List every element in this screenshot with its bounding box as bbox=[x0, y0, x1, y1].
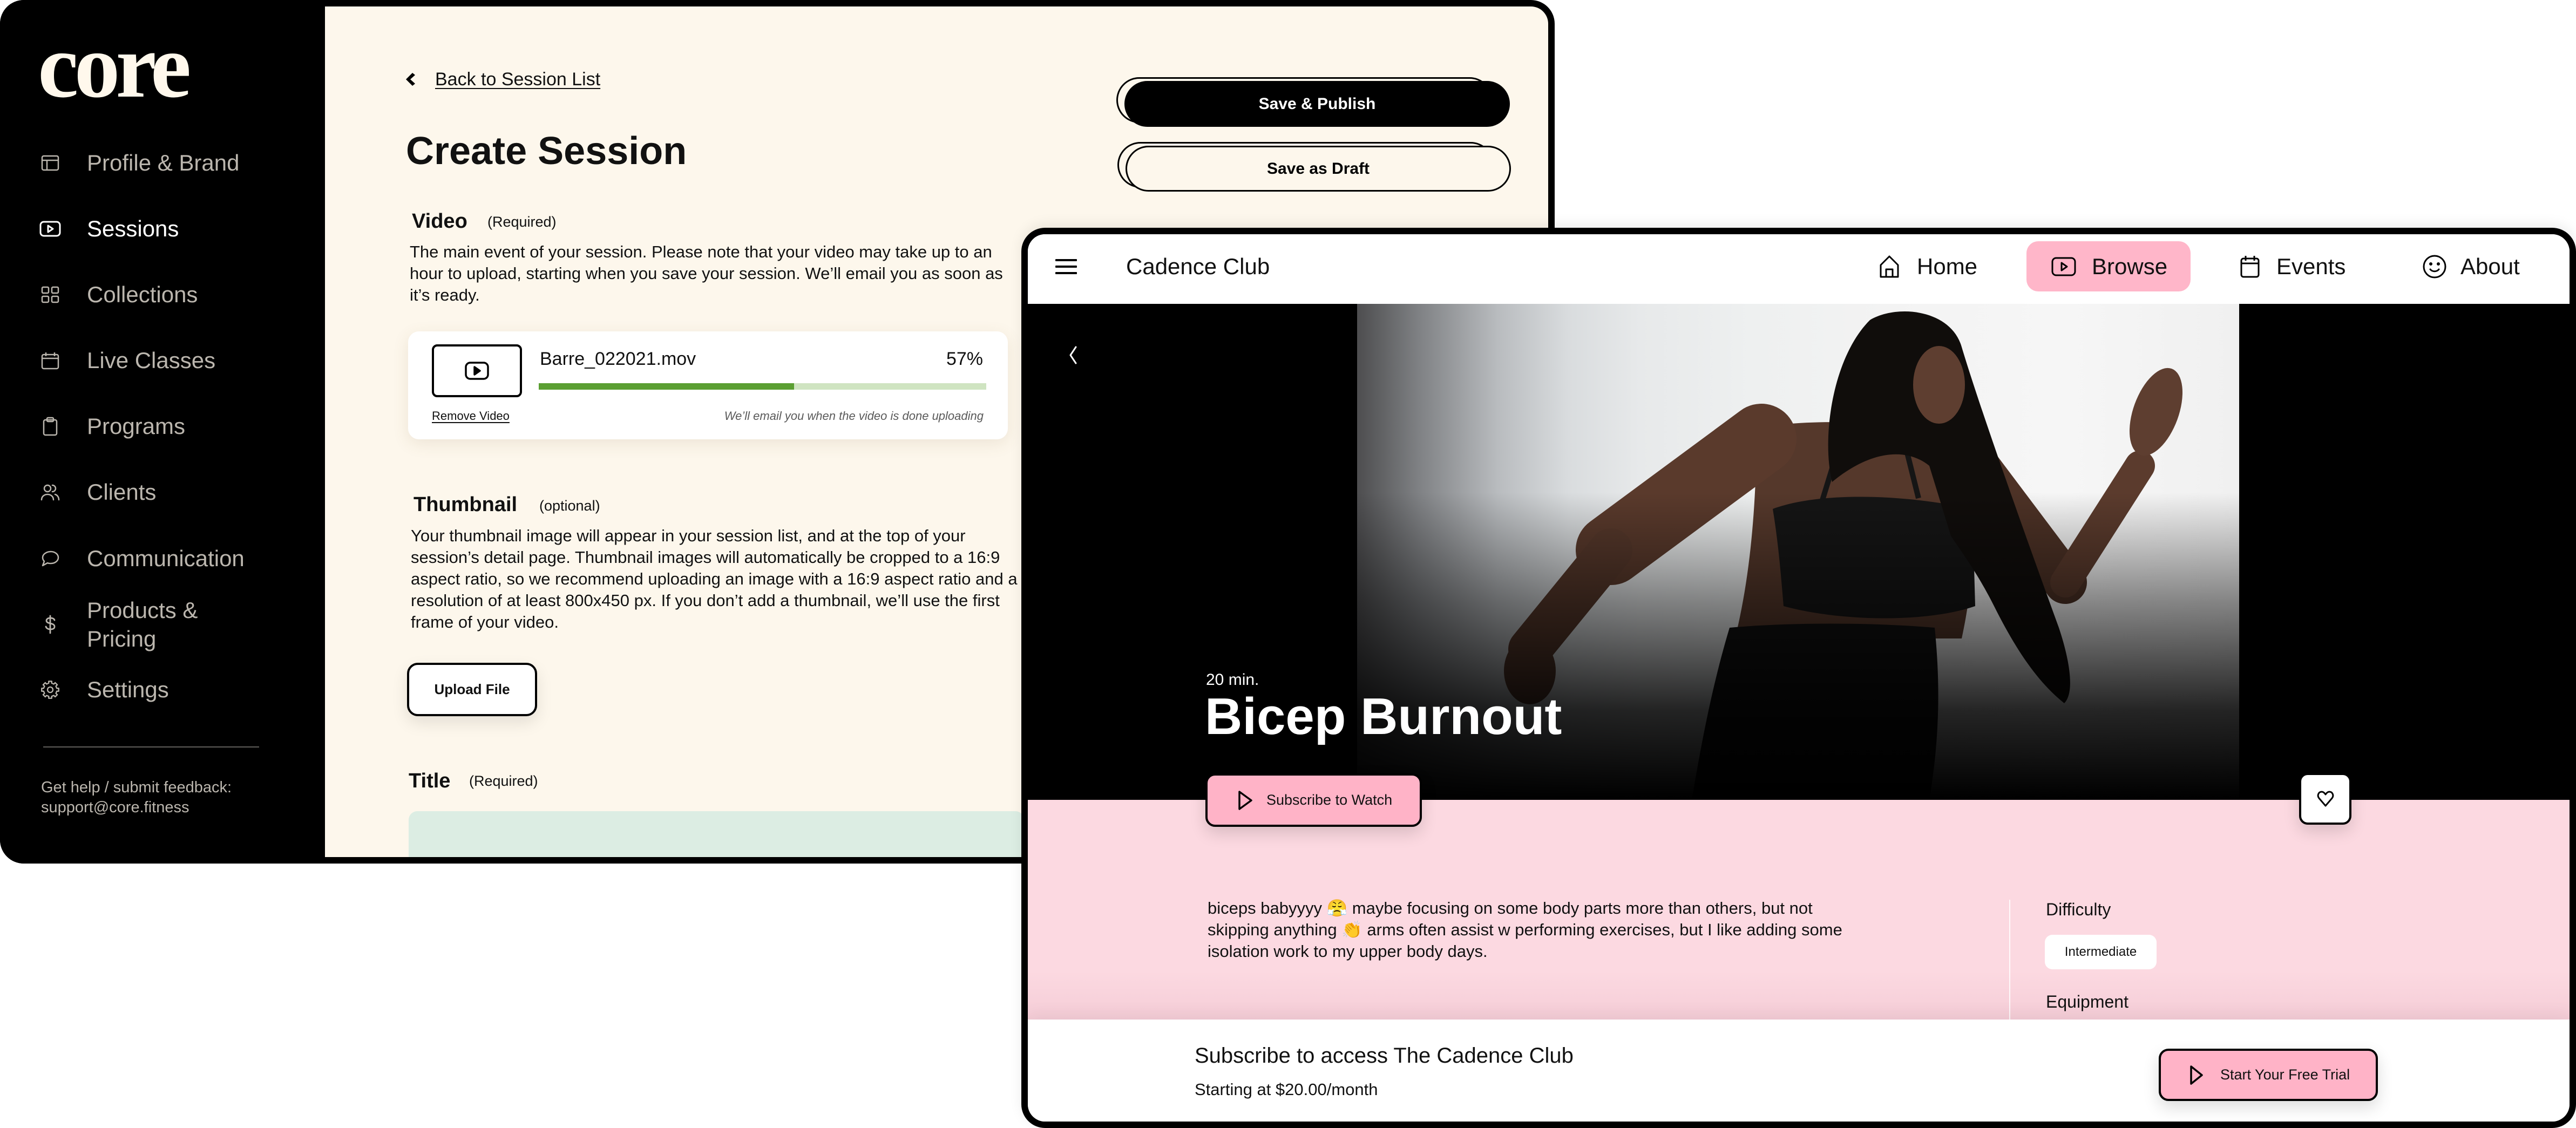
video-section-label: Video bbox=[412, 210, 467, 233]
sidebar-item-clients[interactable]: Clients bbox=[39, 478, 156, 506]
sidebar-item-label: Settings bbox=[87, 677, 169, 702]
sidebar-item-products-pricing[interactable]: Products & Pricing bbox=[39, 596, 254, 653]
dollar-icon bbox=[39, 614, 61, 635]
nav-about[interactable]: About bbox=[2422, 241, 2520, 291]
upload-progress-percent: 57% bbox=[946, 349, 983, 369]
sidebar-item-label: Clients bbox=[87, 479, 157, 505]
gear-icon bbox=[39, 679, 61, 701]
upload-email-note: We’ll email you when the video is done u… bbox=[724, 409, 984, 423]
thumbnail-section-label: Thumbnail bbox=[413, 493, 518, 516]
sidebar-item-label: Programs bbox=[87, 413, 186, 439]
site-header: Cadence Club Home Browse Events About bbox=[1028, 234, 2570, 304]
sidebar-item-programs[interactable]: Programs bbox=[39, 412, 185, 440]
favorite-button[interactable] bbox=[2299, 773, 2351, 825]
sidebar-item-label: Profile & Brand bbox=[87, 150, 240, 175]
upload-progress-fill bbox=[539, 383, 794, 390]
heart-icon bbox=[2317, 790, 2334, 807]
subscribe-bar: Subscribe to access The Cadence Club Sta… bbox=[1028, 1020, 2570, 1122]
start-free-trial-button[interactable]: Start Your Free Trial bbox=[2159, 1049, 2378, 1101]
calendar-icon bbox=[2239, 254, 2261, 279]
subscribe-to-watch-label: Subscribe to Watch bbox=[1266, 792, 1393, 808]
video-filename: Barre_022021.mov bbox=[540, 349, 696, 369]
sidebar-item-label: Products & Pricing bbox=[87, 597, 198, 651]
nav-label: Events bbox=[2276, 253, 2346, 279]
sidebar-item-profile-brand[interactable]: Profile & Brand bbox=[39, 148, 239, 177]
nav-label: Browse bbox=[2092, 253, 2168, 279]
sidebar-item-communication[interactable]: Communication bbox=[39, 544, 245, 573]
save-and-publish-label: Save & Publish bbox=[1258, 94, 1376, 113]
sidebar-item-label: Live Classes bbox=[87, 348, 216, 373]
smiley-icon bbox=[2422, 254, 2447, 279]
title-input[interactable] bbox=[409, 811, 1024, 857]
hamburger-menu-icon[interactable] bbox=[1055, 259, 1077, 274]
difficulty-badge: Intermediate bbox=[2045, 935, 2157, 969]
video-upload-card: Barre_022021.mov 57% Remove Video We’ll … bbox=[408, 331, 1008, 439]
thumbnail-description: Your thumbnail image will appear in your… bbox=[411, 526, 1018, 631]
sidebar-item-label: Collections bbox=[87, 282, 198, 307]
site-brand[interactable]: Cadence Club bbox=[1126, 253, 1270, 280]
chat-icon bbox=[39, 548, 61, 569]
video-icon bbox=[39, 218, 61, 240]
calendar-icon bbox=[39, 350, 61, 371]
thumbnail-optional-tag: (optional) bbox=[539, 498, 600, 514]
sidebar: core Profile & Brand Sessions Collection… bbox=[0, 0, 325, 864]
nav-home[interactable]: Home bbox=[1879, 241, 1977, 291]
upload-file-button[interactable]: Upload File bbox=[407, 663, 537, 716]
play-icon bbox=[2189, 1064, 2204, 1086]
back-link-label: Back to Session List bbox=[435, 69, 601, 90]
session-title: Bicep Burnout bbox=[1205, 688, 1562, 745]
video-required-tag: (Required) bbox=[487, 214, 557, 230]
session-description: biceps babyyyy 😤 maybe focusing on some … bbox=[1208, 899, 1842, 961]
support-footer: Get help / submit feedback: support@core… bbox=[41, 778, 232, 818]
title-required-tag: (Required) bbox=[469, 773, 538, 789]
nav-label: Home bbox=[1917, 253, 1978, 279]
nav-browse[interactable]: Browse bbox=[2026, 241, 2191, 291]
sidebar-item-label: Sessions bbox=[87, 216, 179, 241]
difficulty-label: Difficulty bbox=[2046, 900, 2111, 919]
session-hero: 20 min. Bicep Burnout bbox=[1028, 304, 2570, 800]
subscription-price: Starting at $20.00/month bbox=[1195, 1080, 1378, 1099]
title-section-label: Title bbox=[409, 770, 451, 792]
cadence-club-window: Cadence Club Home Browse Events About 20… bbox=[1021, 228, 2576, 1128]
video-description: The main event of your session. Please n… bbox=[410, 242, 1003, 304]
users-icon bbox=[39, 481, 61, 503]
page-title: Create Session bbox=[406, 130, 687, 173]
video-icon bbox=[465, 362, 489, 380]
core-logo: core bbox=[38, 15, 191, 117]
nav-label: About bbox=[2460, 253, 2520, 279]
chevron-left-icon bbox=[404, 72, 416, 86]
save-as-draft-button[interactable]: Save as Draft bbox=[1117, 142, 1511, 192]
sidebar-item-sessions[interactable]: Sessions bbox=[39, 214, 179, 243]
equipment-label: Equipment bbox=[2046, 992, 2128, 1011]
support-label: Get help / submit feedback: bbox=[41, 779, 232, 796]
sidebar-item-live-classes[interactable]: Live Classes bbox=[39, 346, 215, 375]
grid-icon bbox=[39, 284, 61, 305]
video-thumbnail-placeholder bbox=[432, 344, 522, 397]
save-and-publish-button[interactable]: Save & Publish bbox=[1116, 77, 1510, 127]
nav-events[interactable]: Events bbox=[2239, 241, 2345, 291]
sidebar-item-collections[interactable]: Collections bbox=[39, 280, 198, 309]
home-icon bbox=[1879, 254, 1900, 279]
sidebar-item-settings[interactable]: Settings bbox=[39, 675, 169, 704]
video-icon bbox=[2051, 256, 2077, 277]
upload-progress-bar bbox=[539, 383, 986, 390]
details-divider bbox=[2009, 900, 2010, 1020]
sidebar-item-label: Communication bbox=[87, 546, 245, 571]
cadence-club-page: Cadence Club Home Browse Events About 20… bbox=[1028, 234, 2570, 1122]
remove-video-link[interactable]: Remove Video bbox=[432, 409, 510, 424]
back-to-session-list-link[interactable]: Back to Session List bbox=[404, 69, 600, 90]
sidebar-divider bbox=[43, 746, 259, 748]
chevron-left-icon[interactable] bbox=[1068, 345, 1078, 365]
start-free-trial-label: Start Your Free Trial bbox=[2220, 1066, 2350, 1083]
session-details: biceps babyyyy 😤 maybe focusing on some … bbox=[1028, 800, 2570, 1020]
save-as-draft-label: Save as Draft bbox=[1266, 159, 1370, 178]
subscribe-heading: Subscribe to access The Cadence Club bbox=[1195, 1044, 1574, 1068]
clipboard-icon bbox=[39, 416, 61, 437]
subscribe-to-watch-button[interactable]: Subscribe to Watch bbox=[1205, 773, 1422, 827]
support-email-link[interactable]: support@core.fitness bbox=[41, 798, 232, 818]
play-icon bbox=[1237, 790, 1253, 811]
layout-icon bbox=[39, 152, 61, 174]
